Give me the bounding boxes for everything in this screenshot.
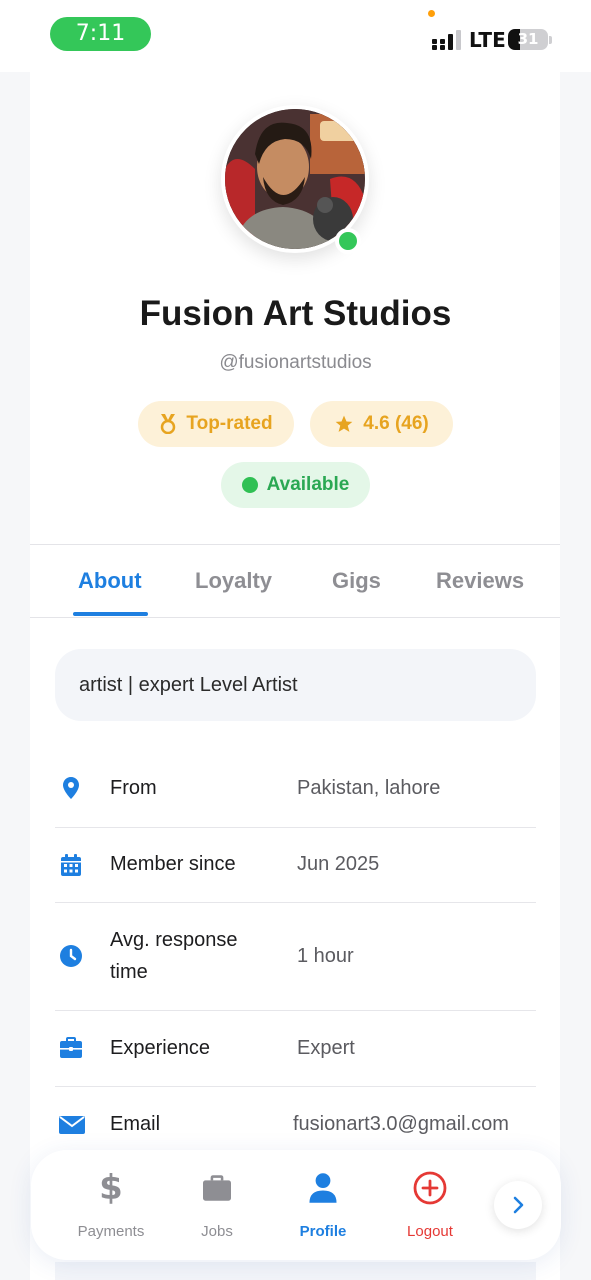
online-status-indicator <box>335 228 361 254</box>
availability-label: Available <box>266 474 350 495</box>
tab-loyalty[interactable]: Loyalty <box>195 568 272 594</box>
status-time: 7:11 <box>50 17 151 51</box>
available-dot-icon <box>241 477 258 493</box>
info-label-line: time <box>110 961 148 983</box>
battery-percentage: 31 <box>517 30 539 48</box>
clock-icon <box>60 945 82 967</box>
nav-label: Logout <box>407 1223 453 1240</box>
logout-plus-icon <box>413 1171 447 1205</box>
signal-icon <box>432 30 461 50</box>
location-pin-icon <box>63 777 79 799</box>
nav-label: Payments <box>77 1223 145 1240</box>
next-section-preview <box>55 1262 536 1280</box>
profile-name: Fusion Art Studios <box>139 294 452 333</box>
info-label: Experience <box>110 1037 211 1059</box>
nav-item-profile[interactable]: Profile <box>273 1170 373 1240</box>
network-type: LTE <box>469 28 506 52</box>
rating-label: 4.6 (46) <box>363 413 429 434</box>
top-rated-label: Top-rated <box>186 413 273 434</box>
profile-tabs: About Loyalty Gigs Reviews <box>30 556 560 618</box>
info-value[interactable]: fusionart3.0@gmail.com <box>293 1108 509 1140</box>
info-value: Pakistan, lahore <box>297 777 441 799</box>
info-label: Email <box>110 1113 161 1135</box>
info-value: 1 hour <box>297 945 354 967</box>
info-value: Jun 2025 <box>297 853 380 875</box>
briefcase-icon <box>60 1037 82 1058</box>
info-value: Expert <box>297 1037 355 1059</box>
active-tab-indicator <box>73 612 148 616</box>
briefcase-icon <box>203 1175 231 1201</box>
info-row-member-since: Member since Jun 2025 <box>55 828 536 903</box>
mail-icon <box>59 1116 85 1134</box>
dollar-icon: $ <box>99 1168 123 1208</box>
divider <box>30 617 560 618</box>
nav-next-button[interactable] <box>494 1181 542 1229</box>
bio-text: artist | expert Level Artist <box>55 649 536 721</box>
info-label: From <box>110 777 157 799</box>
profile-handle: @fusionartstudios <box>219 352 372 373</box>
nav-label: Jobs <box>201 1223 233 1240</box>
info-row-experience: Experience Expert <box>55 1011 536 1087</box>
nav-item-payments[interactable]: $ Payments <box>61 1170 161 1240</box>
tab-gigs[interactable]: Gigs <box>332 568 381 594</box>
availability-badge: Available <box>221 462 370 508</box>
privacy-indicator-dot <box>428 10 435 17</box>
star-icon <box>335 415 353 432</box>
person-icon <box>309 1173 337 1203</box>
battery-icon: 31 <box>508 29 548 50</box>
bottom-nav: $ Payments Jobs Profile Logout <box>31 1150 561 1260</box>
calendar-icon <box>61 854 81 876</box>
info-row-response-time: Avg. response time 1 hour <box>55 903 536 1011</box>
info-label: Member since <box>110 853 236 875</box>
chevron-right-icon <box>513 1196 524 1214</box>
info-row-from: From Pakistan, lahore <box>55 752 536 828</box>
top-rated-badge: Top-rated <box>138 401 294 447</box>
nav-label: Profile <box>299 1223 347 1240</box>
info-label: Avg. response time <box>110 924 238 988</box>
divider <box>30 544 560 545</box>
info-label-line: Avg. response <box>110 929 238 951</box>
battery-cap <box>549 36 552 44</box>
status-bar: 7:11 LTE 31 <box>0 0 591 72</box>
nav-item-jobs[interactable]: Jobs <box>167 1170 267 1240</box>
nav-item-logout[interactable]: Logout <box>380 1170 480 1240</box>
rating-badge[interactable]: 4.6 (46) <box>310 401 453 447</box>
medal-icon <box>161 414 176 434</box>
tab-about[interactable]: About <box>78 568 142 594</box>
tab-reviews[interactable]: Reviews <box>436 568 524 594</box>
